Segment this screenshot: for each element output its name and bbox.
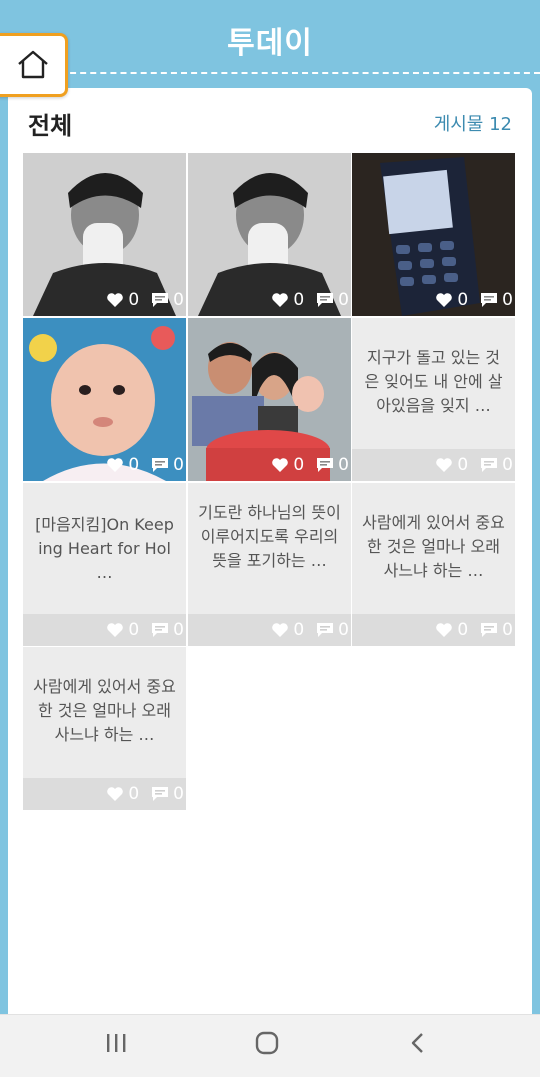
page-title: 투데이 [227, 26, 313, 61]
post-tile-4[interactable]: 0 0 [23, 318, 186, 481]
like-count: 0 [293, 290, 305, 310]
heart-icon [107, 623, 124, 637]
heart-icon [107, 787, 124, 801]
comment-icon [317, 293, 334, 307]
comment-icon [481, 623, 498, 637]
post-excerpt: 지구가 돌고 있는 것은 잊어도 내 안에 살아있음을 잊지 … [364, 348, 503, 415]
post-tile-6[interactable]: 지구가 돌고 있는 것은 잊어도 내 안에 살아있음을 잊지 … 0 0 [352, 318, 515, 481]
post-excerpt: 사람에게 있어서 중요한 것은 얼마나 오래 사느냐 하는 … [33, 677, 176, 744]
post-tile-8[interactable]: 기도란 하나님의 뜻이 이루어지도록 우리의 뜻을 포기하는 … 0 0 [188, 483, 351, 646]
like-count: 0 [293, 455, 305, 475]
heart-icon [436, 623, 453, 637]
section-title: 전체 [28, 112, 73, 140]
comment-count: 0 [338, 290, 349, 310]
recent-apps-button[interactable] [96, 1031, 136, 1063]
heart-icon [436, 293, 453, 307]
comment-count: 0 [173, 455, 184, 475]
post-tile-1[interactable]: 0 0 [23, 153, 186, 316]
tile-footer: 0 0 [23, 284, 186, 316]
comment-icon [152, 787, 169, 801]
post-tile-7[interactable]: [마음지킴]On Keeping Heart for Hol … 0 0 [23, 483, 186, 646]
tile-footer: 0 0 [23, 778, 186, 810]
tile-footer: 0 0 [23, 614, 186, 646]
post-tile-2[interactable]: 0 0 [188, 153, 351, 316]
like-count: 0 [128, 620, 140, 640]
like-count: 0 [457, 455, 469, 475]
back-button[interactable] [398, 1031, 438, 1063]
heart-icon [107, 458, 124, 472]
heart-icon [272, 623, 289, 637]
home-button[interactable] [0, 33, 68, 97]
comment-count: 0 [173, 290, 184, 310]
comment-icon [481, 458, 498, 472]
tile-footer: 0 0 [188, 614, 351, 646]
like-count: 0 [457, 290, 469, 310]
home-circle-icon [255, 1031, 279, 1055]
post-excerpt: 기도란 하나님의 뜻이 이루어지도록 우리의 뜻을 포기하는 … [198, 503, 341, 570]
comment-count: 0 [173, 620, 184, 640]
tile-footer: 0 0 [23, 449, 186, 481]
post-tile-3[interactable]: 0 0 [352, 153, 515, 316]
heart-icon [272, 458, 289, 472]
comment-icon [152, 458, 169, 472]
tile-footer: 0 0 [352, 449, 515, 481]
like-count: 0 [128, 784, 140, 804]
comment-count: 0 [338, 620, 349, 640]
recent-apps-icon [107, 1034, 126, 1052]
comment-count: 0 [502, 620, 513, 640]
tile-footer: 0 0 [188, 449, 351, 481]
like-count: 0 [293, 620, 305, 640]
header-divider [60, 72, 540, 74]
comment-icon [317, 458, 334, 472]
heart-icon [272, 293, 289, 307]
back-icon [411, 1033, 423, 1053]
tile-footer: 0 0 [352, 614, 515, 646]
heart-icon [436, 458, 453, 472]
comment-icon [152, 293, 169, 307]
system-home-button[interactable] [247, 1031, 287, 1063]
comment-count: 0 [502, 290, 513, 310]
comment-icon [152, 623, 169, 637]
comment-icon [481, 293, 498, 307]
post-excerpt: [마음지킴]On Keeping Heart for Hol … [35, 515, 174, 582]
post-excerpt: 사람에게 있어서 중요한 것은 얼마나 오래 사느냐 하는 … [362, 513, 505, 580]
like-count: 0 [457, 620, 469, 640]
like-count: 0 [128, 455, 140, 475]
tile-footer: 0 0 [188, 284, 351, 316]
heart-icon [107, 293, 124, 307]
tile-footer: 0 0 [352, 284, 515, 316]
post-tile-5[interactable]: 0 0 [188, 318, 351, 481]
system-nav-bar [0, 1014, 540, 1077]
post-tile-10[interactable]: 사람에게 있어서 중요한 것은 얼마나 오래 사느냐 하는 … 0 0 [23, 647, 186, 810]
like-count: 0 [128, 290, 140, 310]
header-bar: 투데이 [0, 0, 540, 78]
comment-icon [317, 623, 334, 637]
home-icon [18, 50, 48, 79]
comment-count: 0 [502, 455, 513, 475]
comment-count: 0 [338, 455, 349, 475]
post-count: 게시물 12 [433, 114, 512, 135]
comment-count: 0 [173, 784, 184, 804]
post-tile-9[interactable]: 사람에게 있어서 중요한 것은 얼마나 오래 사느냐 하는 … 0 0 [352, 483, 515, 646]
